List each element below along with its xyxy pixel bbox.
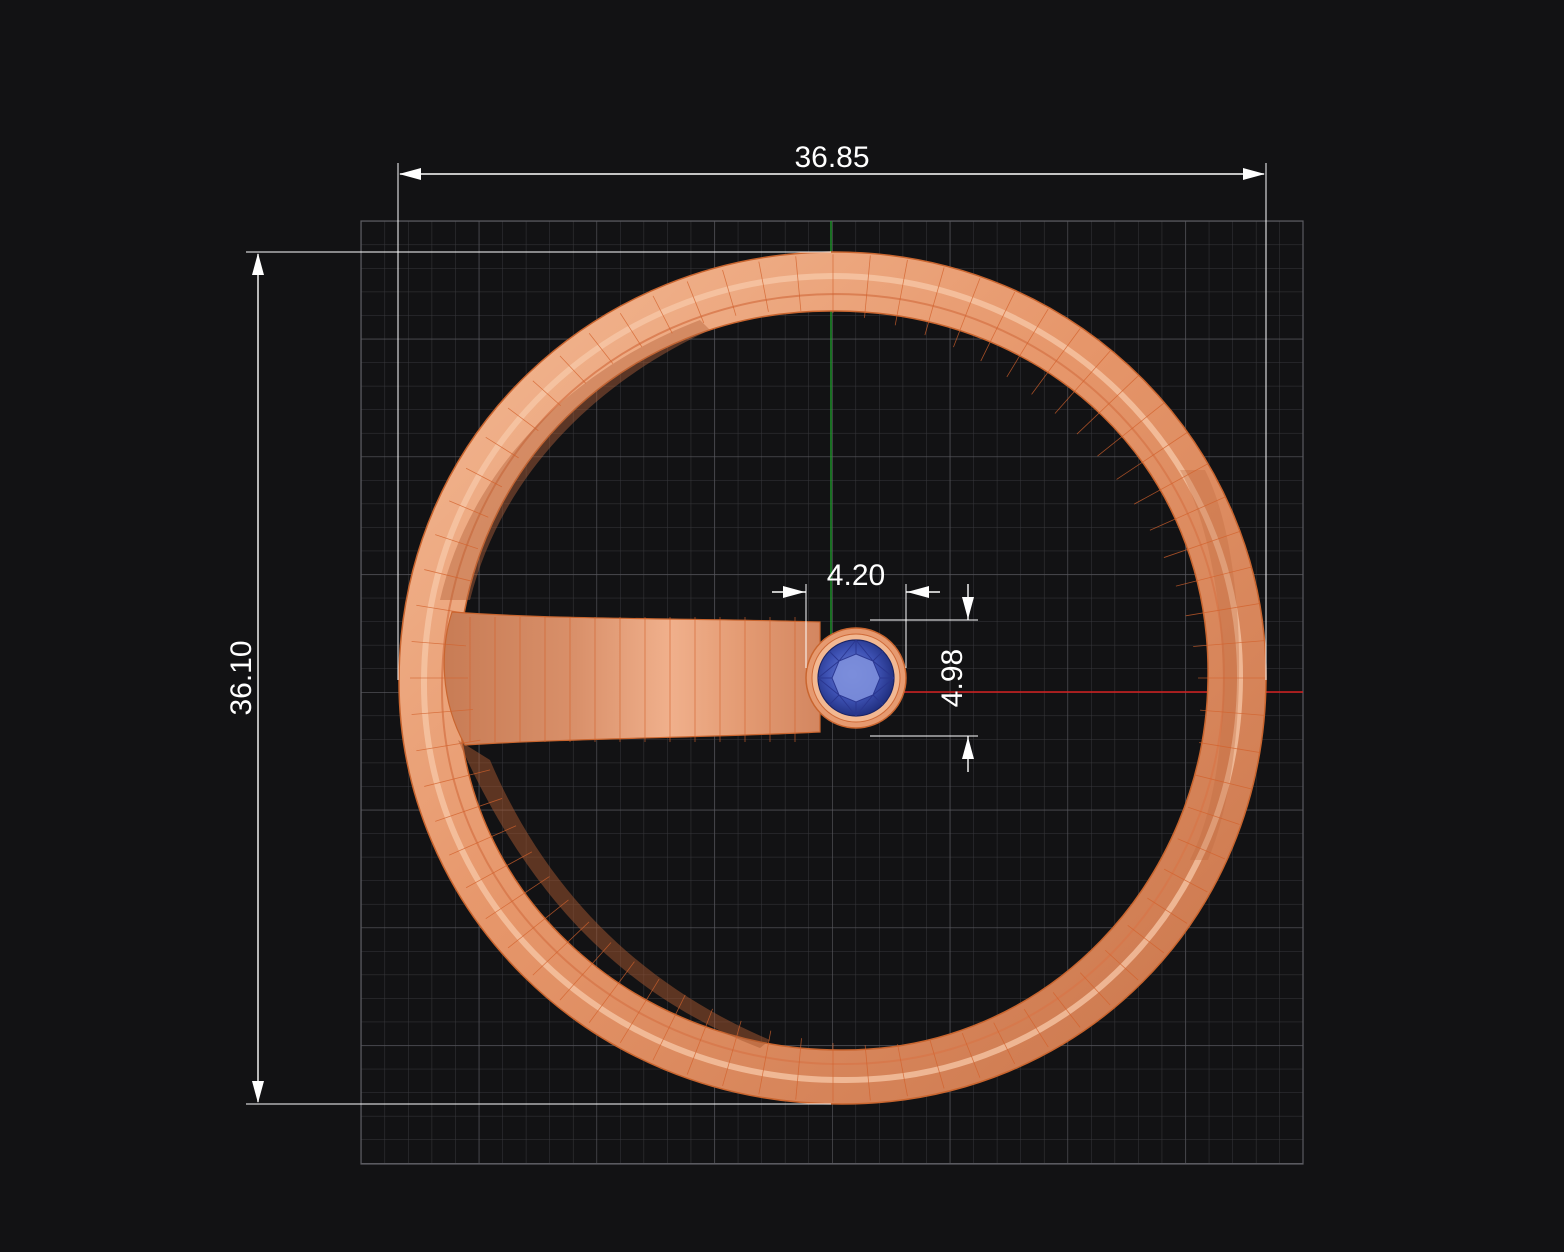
cad-viewport[interactable]: 36.85 36.10 4.20 4.98	[0, 0, 1564, 1252]
ring-shank-bar	[443, 611, 821, 746]
height-arrow-bottom	[252, 1081, 264, 1103]
width-arrow-right	[1243, 168, 1265, 180]
stone-width-label: 4.20	[827, 559, 885, 592]
gem-table-facet	[831, 653, 881, 703]
stone-height-label: 4.98	[936, 649, 969, 707]
height-arrow-top	[252, 253, 264, 275]
round-gemstone-icon[interactable]	[805, 627, 907, 729]
overall-width-label: 36.85	[794, 141, 869, 174]
overall-height-label: 36.10	[225, 640, 258, 715]
width-arrow-left	[399, 168, 421, 180]
